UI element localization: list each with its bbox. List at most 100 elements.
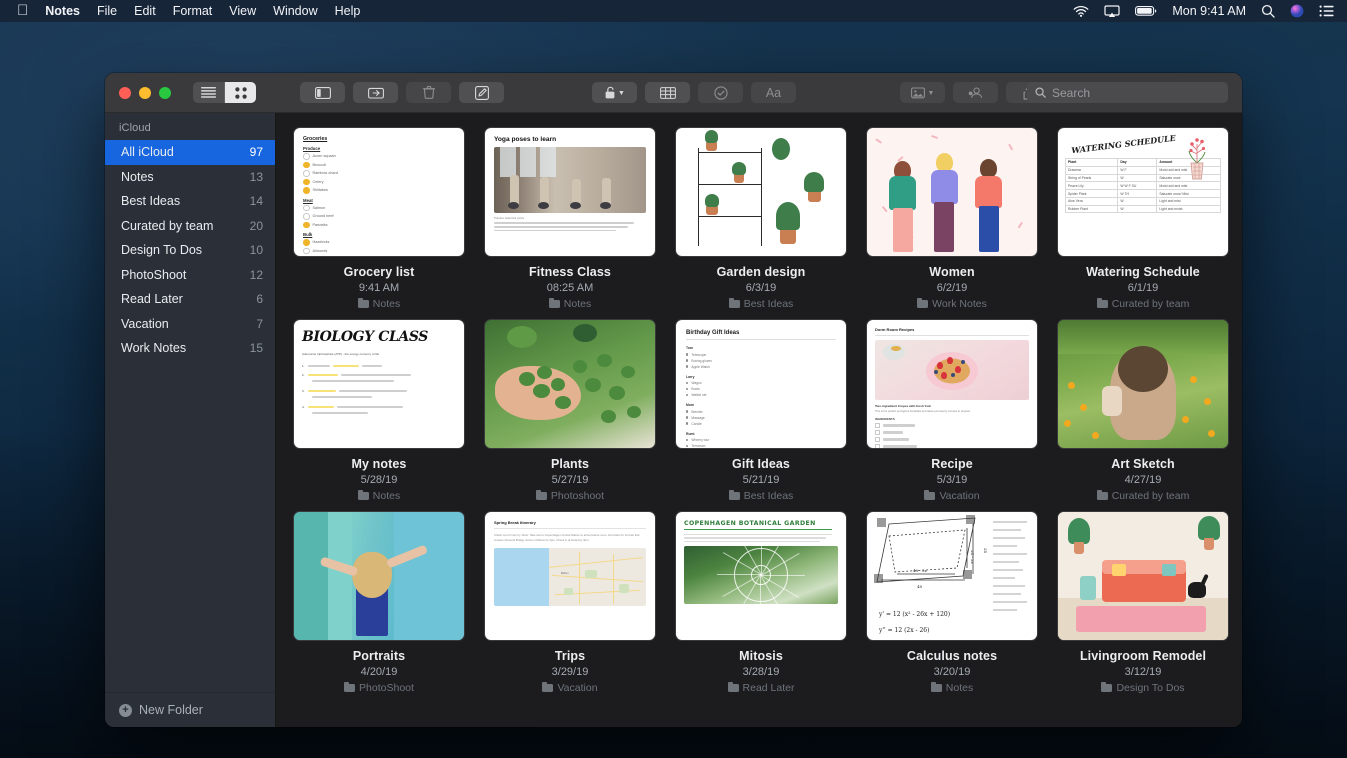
wifi-icon[interactable] [1073, 5, 1089, 17]
checklist-item: Pancetta [312, 222, 328, 227]
delete-note-button[interactable] [406, 82, 451, 103]
folder-icon [924, 489, 936, 500]
control-center-icon[interactable] [1319, 5, 1334, 17]
note-thumbnail[interactable]: Dorm Room Recipes Two-ingredient Crepes … [866, 319, 1038, 449]
sidebar-item-notes[interactable]: Notes 13 [105, 165, 275, 190]
folder-name: Work Notes [121, 341, 187, 356]
dimension-label: 48 [917, 584, 923, 589]
siri-icon[interactable] [1290, 4, 1304, 18]
minimize-button[interactable] [139, 86, 151, 99]
note-card[interactable]: Plants 5/27/19 Photoshoot [484, 319, 656, 502]
menu-item-format[interactable]: Format [173, 4, 213, 18]
menu-item-file[interactable]: File [97, 4, 117, 18]
close-button[interactable] [119, 86, 131, 99]
note-card[interactable]: Groceries Produce Acorn squash Broccoli … [293, 127, 465, 310]
note-thumbnail[interactable] [1057, 511, 1229, 641]
note-thumbnail[interactable]: BIOLOGY CLASS Adenosine triphosphate (AT… [293, 319, 465, 449]
add-people-button[interactable] [953, 82, 998, 103]
new-folder-button-sidebar[interactable]: + New Folder [105, 692, 275, 727]
sidebar-item-work-notes[interactable]: Work Notes 15 [105, 336, 275, 361]
insert-table-button[interactable] [645, 82, 690, 103]
menu-item-edit[interactable]: Edit [134, 4, 156, 18]
checklist-item: Acorn squash [312, 154, 336, 159]
menu-item-help[interactable]: Help [335, 4, 361, 18]
note-thumbnail[interactable] [484, 319, 656, 449]
sidebar-item-design-to-dos[interactable]: Design To Dos 10 [105, 238, 275, 263]
folder-name: PhotoShoot [121, 267, 187, 282]
note-card[interactable]: 48 - 2x 48 24 - 2x 24 y' = 12 (x² - 26x … [866, 511, 1038, 694]
note-thumbnail[interactable] [293, 511, 465, 641]
note-thumbnail[interactable]: Birthday Gift Ideas Tom Telescope Boxing… [675, 319, 847, 449]
folder-icon [727, 681, 739, 692]
zoom-button[interactable] [159, 86, 171, 99]
checkbox-icon [303, 178, 310, 185]
checkbox-icon [303, 153, 310, 160]
note-card[interactable]: Portraits 4/20/19 PhotoShoot [293, 511, 465, 694]
search-field[interactable]: Search [1027, 82, 1228, 103]
note-thumbnail[interactable]: Yoga poses to learn Practice balanced pe… [484, 127, 656, 257]
thumb-subheading: Two-ingredient Crepes with fresh fruit [875, 404, 931, 408]
apple-menu-icon[interactable]:  [17, 3, 28, 18]
thumb-heading: Yoga poses to learn [494, 136, 557, 143]
thumb-heading: Groceries [303, 136, 328, 142]
folder-count: 13 [249, 169, 263, 184]
thumb-list-title: INGREDIENTS [875, 417, 895, 421]
sidebar-item-vacation[interactable]: Vacation 7 [105, 312, 275, 337]
view-mode-switch[interactable] [193, 82, 256, 103]
thumb-heading: Dorm Room Recipes [875, 327, 1029, 336]
note-thumbnail[interactable] [675, 127, 847, 257]
sidebar-item-photoshoot[interactable]: PhotoShoot 12 [105, 263, 275, 288]
note-thumbnail[interactable]: WATERING SCHEDULE Plant Day Amount Drace… [1057, 127, 1229, 257]
format-button[interactable]: Aa [751, 82, 796, 103]
thumb-section: Meat [303, 197, 313, 203]
grid-view-button[interactable] [225, 82, 256, 103]
compose-note-button[interactable] [459, 82, 504, 103]
menu-item-view[interactable]: View [229, 4, 256, 18]
lock-note-button[interactable]: ▼ [592, 82, 637, 103]
sidebar-item-read-later[interactable]: Read Later 6 [105, 287, 275, 312]
note-title: Watering Schedule [1086, 265, 1200, 279]
note-folder: Notes [484, 294, 656, 310]
note-folder: Best Ideas [675, 486, 847, 502]
note-thumbnail[interactable]: COPENHAGEN BOTANICAL GARDEN [675, 511, 847, 641]
menu-bar-clock[interactable]: Mon 9:41 AM [1172, 4, 1246, 18]
note-card[interactable]: BIOLOGY CLASS Adenosine triphosphate (AT… [293, 319, 465, 502]
list-view-button[interactable] [193, 82, 225, 103]
note-thumbnail[interactable]: Spring Break Itinerary Check out of room… [484, 511, 656, 641]
note-meta: My notes 5/28/19 Notes [293, 449, 465, 502]
new-folder-button[interactable] [353, 82, 398, 103]
note-thumbnail[interactable] [1057, 319, 1229, 449]
note-card[interactable]: Dorm Room Recipes Two-ingredient Crepes … [866, 319, 1038, 502]
note-date: 3/29/19 [551, 666, 589, 678]
note-card[interactable]: Yoga poses to learn Practice balanced pe… [484, 127, 656, 310]
note-card[interactable]: Women 6/2/19 Work Notes [866, 127, 1038, 310]
checklist-button[interactable] [698, 82, 743, 103]
sidebar-item-all-icloud[interactable]: All iCloud 97 [105, 140, 275, 165]
note-card[interactable]: COPENHAGEN BOTANICAL GARDEN Mitosis 3/28… [675, 511, 847, 694]
note-card[interactable]: WATERING SCHEDULE Plant Day Amount Drace… [1057, 127, 1229, 310]
note-card[interactable]: Art Sketch 4/27/19 Curated by team [1057, 319, 1229, 502]
note-card[interactable]: Birthday Gift Ideas Tom Telescope Boxing… [675, 319, 847, 502]
spotlight-search-icon[interactable] [1261, 4, 1275, 18]
note-date: 5/27/19 [551, 474, 589, 486]
note-card[interactable]: Livingroom Remodel 3/12/19 Design To Dos [1057, 511, 1229, 694]
menu-item-window[interactable]: Window [273, 4, 317, 18]
column-header: Plant [1064, 158, 1119, 167]
insert-media-button[interactable]: ▼ [900, 82, 945, 103]
note-thumbnail[interactable]: 48 - 2x 48 24 - 2x 24 y' = 12 (x² - 26x … [866, 511, 1038, 641]
note-thumbnail[interactable]: Groceries Produce Acorn squash Broccoli … [293, 127, 465, 257]
battery-icon[interactable] [1135, 5, 1157, 17]
search-placeholder: Search [1052, 85, 1091, 100]
menu-item-notes[interactable]: Notes [45, 4, 80, 18]
note-card[interactable]: Garden design 6/3/19 Best Ideas [675, 127, 847, 310]
note-thumbnail[interactable] [866, 127, 1038, 257]
airplay-icon[interactable] [1104, 4, 1120, 18]
note-card[interactable]: Spring Break Itinerary Check out of room… [484, 511, 656, 694]
thumb-heading: COPENHAGEN BOTANICAL GARDEN [684, 520, 816, 527]
note-meta: Livingroom Remodel 3/12/19 Design To Dos [1057, 641, 1229, 694]
sidebar-item-curated-by-team[interactable]: Curated by team 20 [105, 214, 275, 239]
folder-icon [535, 489, 547, 500]
note-folder: Work Notes [866, 294, 1038, 310]
sidebar-toggle-button[interactable] [300, 82, 345, 103]
sidebar-item-best-ideas[interactable]: Best Ideas 14 [105, 189, 275, 214]
